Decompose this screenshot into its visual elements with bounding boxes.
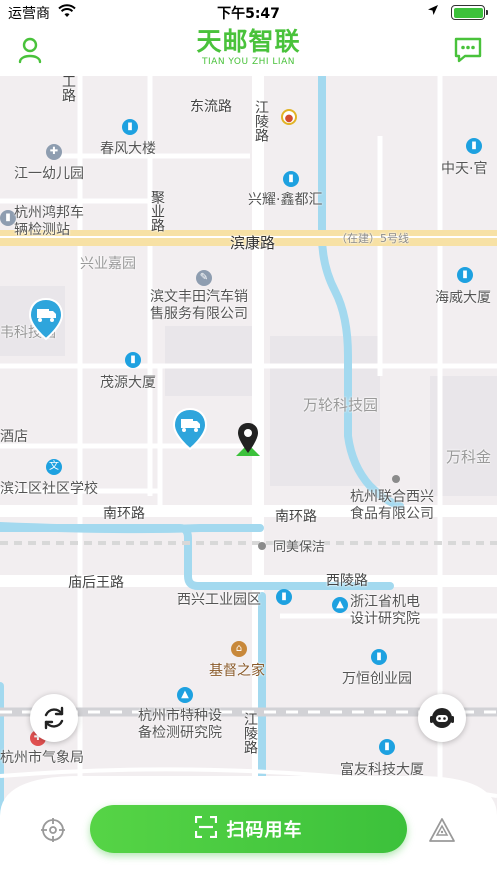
app-header: 天邮智联 TIAN YOU ZHI LIAN (0, 24, 497, 76)
building-icon: ▮ (466, 138, 482, 154)
scan-icon (194, 815, 217, 843)
status-bar: 运营商 下午5:47 (0, 0, 497, 24)
poi-hotel: 酒店 (0, 429, 28, 445)
refresh-icon (44, 706, 64, 730)
road-label-jiangling-top: 江陵路 (253, 100, 269, 142)
road-label-dongliu: 东流路 (190, 99, 232, 115)
road-label-juye: 聚业路 (149, 190, 165, 232)
building-icon: ▮ (457, 267, 473, 283)
poi-wanheng: 万恒创业园 (342, 671, 412, 687)
crosshair-icon[interactable] (40, 817, 66, 843)
battery-icon (451, 5, 488, 20)
poi-church: 基督之家 (209, 663, 265, 679)
poi-tongmei: 同美保洁 (273, 540, 326, 555)
poi-wanke: 万科金 (446, 448, 492, 466)
customer-service-button[interactable] (418, 694, 466, 742)
road-label-xiling: 西陵路 (326, 573, 368, 589)
church-icon: ⌂ (231, 641, 247, 657)
poi-chunfeng: 春风大楼 (100, 141, 156, 157)
vehicle-pin-truck-2[interactable] (172, 407, 208, 451)
wrench-icon: ✎ (196, 270, 212, 286)
chat-icon[interactable] (453, 36, 483, 64)
warning-icon[interactable] (428, 817, 456, 843)
poi-wanlun: 万轮科技园 (303, 396, 379, 414)
building-icon: ▮ (283, 171, 299, 187)
company-dot-icon (258, 542, 266, 550)
brand-name: 天邮智联 (196, 27, 301, 56)
road-label-gong: 工路 (60, 76, 76, 102)
road-label-nanhuan-right: 南环路 (275, 509, 317, 525)
metro-line-label: （在建）5号线 (336, 232, 409, 245)
vehicle-pin-truck-1[interactable] (28, 297, 64, 341)
poi-special-equip: 杭州市特种设 备检测研究院 (138, 708, 222, 741)
poi-haiwei: 海威大厦 (435, 290, 491, 306)
poi-lianhe: 杭州联合西兴 食品有限公司 (350, 489, 434, 522)
scan-to-ride-button[interactable]: 扫码用车 (90, 805, 407, 853)
poi-jiangyi: 江一幼儿园 (14, 166, 84, 182)
location-arrow-icon (427, 4, 439, 20)
school-icon: 文 (46, 459, 62, 475)
poi-xingyao: 兴耀·鑫都汇 (248, 192, 323, 208)
scan-button-label: 扫码用车 (226, 820, 303, 841)
building-icon: ▮ (276, 589, 292, 605)
brand-logo: 天邮智联 TIAN YOU ZHI LIAN (0, 27, 497, 68)
brand-subtitle: TIAN YOU ZHI LIAN (202, 57, 295, 67)
clock: 下午5:47 (217, 6, 280, 22)
gas-station-icon: ● (281, 109, 297, 125)
poi-binjiang-school: 滨江区社区学校 (0, 481, 98, 497)
building-icon: ▮ (379, 739, 395, 755)
poi-zhejiang-inst: 浙江省机电 设计研究院 (350, 594, 420, 627)
poi-xixing-park: 西兴工业园区 (177, 592, 261, 608)
company-dot-icon (392, 475, 400, 483)
map-view[interactable]: 工路 东流路 江陵路 聚业路 滨康路 （在建）5号线 南环路 南环路 庙后王路 … (0, 76, 497, 883)
poi-fengtian: 滨文丰田汽车销 售服务有限公司 (150, 289, 248, 322)
poi-zhongtian: 中天·官 (441, 161, 488, 177)
bottom-panel: 扫码用车 (0, 776, 497, 883)
refresh-button[interactable] (30, 694, 78, 742)
poi-weather: 杭州市气象局 (0, 750, 84, 766)
institute-icon: ▲ (332, 597, 348, 613)
poi-maoyuan: 茂源大厦 (100, 375, 156, 391)
building-icon: ▮ (371, 649, 387, 665)
road-label-miaohouwang: 庙后王路 (68, 575, 124, 591)
headset-icon (430, 708, 454, 728)
institute-icon: ▲ (177, 687, 193, 703)
current-location-marker (234, 422, 262, 458)
road-label-nanhuan-left: 南环路 (103, 506, 145, 522)
hospital-icon: ✚ (46, 144, 62, 160)
road-label-jiangling-bottom: 江陵路 (242, 712, 258, 754)
road-label-binkang: 滨康路 (230, 234, 276, 252)
poi-xingye: 兴业嘉园 (80, 256, 136, 272)
building-icon: ▮ (122, 119, 138, 135)
poi-hongbang: 杭州鸿邦车 辆检测站 (14, 205, 84, 238)
building-icon: ▮ (125, 352, 141, 368)
